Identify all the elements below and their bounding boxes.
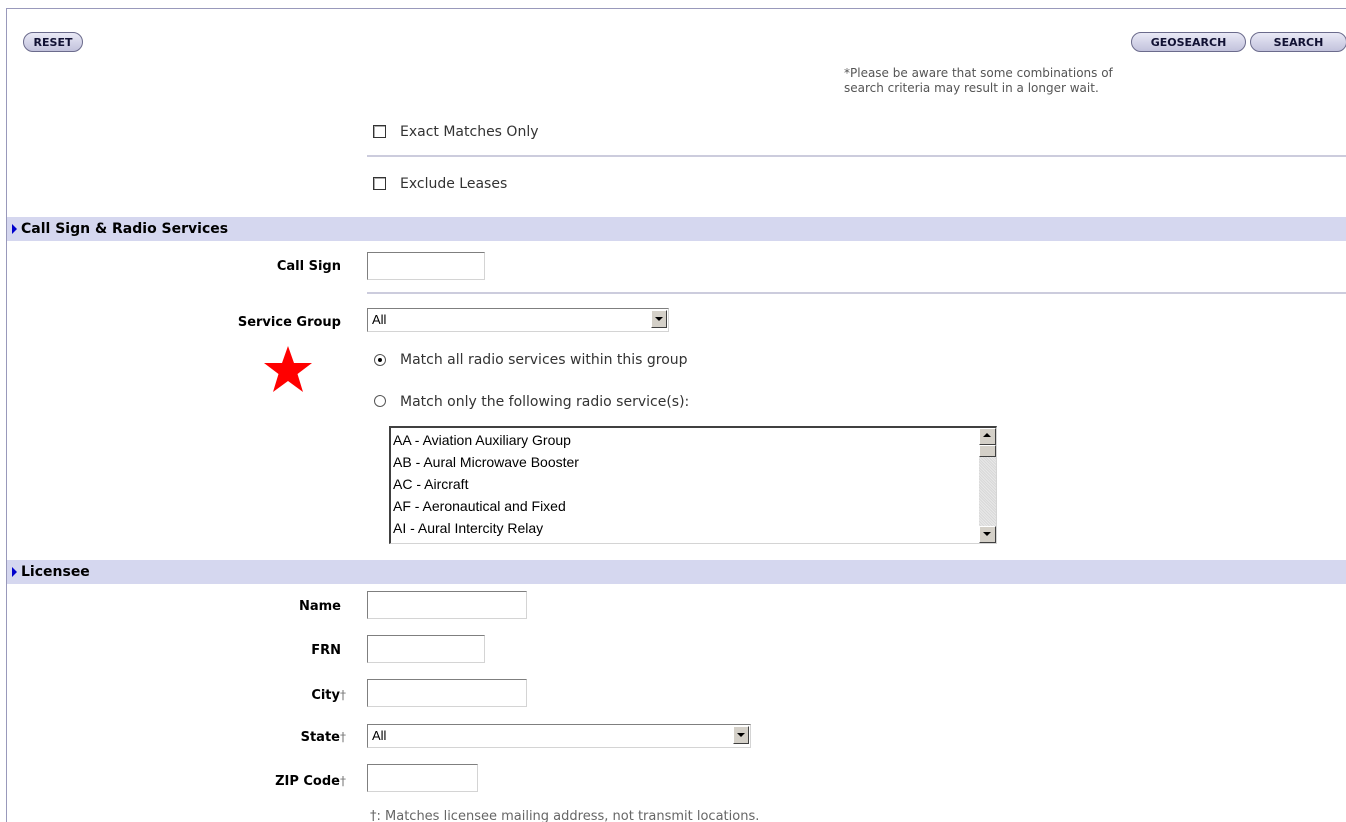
state-dropdown-button[interactable] xyxy=(733,726,749,744)
frn-label: FRN xyxy=(311,643,341,658)
match-all-radio-label[interactable]: Match all radio services within this gro… xyxy=(400,351,688,369)
radio-selected-dot xyxy=(378,358,382,362)
call-sign-section-header[interactable]: Call Sign & Radio Services xyxy=(7,217,1346,241)
chevron-up-icon xyxy=(983,433,991,437)
exact-matches-label[interactable]: Exact Matches Only xyxy=(400,123,539,141)
call-sign-input[interactable] xyxy=(367,252,485,280)
name-label: Name xyxy=(298,599,341,614)
state-label: State xyxy=(300,730,340,745)
licensee-section-title: Licensee xyxy=(21,564,90,580)
search-button[interactable]: SEARCH xyxy=(1250,32,1346,52)
radio-services-listbox[interactable]: AA - Aviation Auxiliary Group AB - Aural… xyxy=(389,426,997,544)
list-item[interactable]: AI - Aural Intercity Relay xyxy=(393,517,543,539)
exclude-leases-checkbox[interactable] xyxy=(373,177,386,190)
city-label: City xyxy=(311,688,340,703)
star-icon xyxy=(264,346,312,392)
reset-button[interactable]: RESET xyxy=(23,32,83,52)
service-group-value: All xyxy=(372,312,387,327)
wait-note: *Please be aware that some combinations … xyxy=(844,66,1113,96)
divider xyxy=(367,292,1346,294)
state-label-wrap: State† xyxy=(301,729,346,746)
geosearch-button[interactable]: GEOSEARCH xyxy=(1131,32,1246,52)
dagger-mark: † xyxy=(340,688,346,702)
city-label-wrap: City† xyxy=(311,687,346,704)
zip-label-wrap: ZIP Code† xyxy=(275,773,346,790)
exact-matches-checkbox[interactable] xyxy=(373,125,386,138)
match-only-radio-label[interactable]: Match only the following radio service(s… xyxy=(400,393,689,411)
state-value: All xyxy=(372,728,387,743)
call-sign-label: Call Sign xyxy=(276,259,341,274)
city-input[interactable] xyxy=(367,679,527,707)
caret-right-icon xyxy=(12,224,17,234)
caret-right-icon xyxy=(12,567,17,577)
dagger-mark: † xyxy=(340,730,346,744)
chevron-down-icon xyxy=(737,733,745,737)
chevron-down-icon xyxy=(983,532,991,536)
divider xyxy=(367,155,1346,157)
chevron-down-icon xyxy=(655,317,663,321)
list-item[interactable]: AA - Aviation Auxiliary Group xyxy=(393,429,571,451)
frn-input[interactable] xyxy=(367,635,485,663)
zip-code-input[interactable] xyxy=(367,764,478,792)
service-group-dropdown-button[interactable] xyxy=(651,310,667,328)
service-group-select[interactable]: All xyxy=(367,308,669,332)
scroll-down-button[interactable] xyxy=(979,526,996,543)
address-footnote: †: Matches licensee mailing address, not… xyxy=(370,809,760,822)
state-select[interactable]: All xyxy=(367,724,751,748)
dagger-mark: † xyxy=(340,774,346,788)
match-all-radio[interactable] xyxy=(374,354,386,366)
licensee-section-header[interactable]: Licensee xyxy=(7,560,1346,584)
scroll-up-button[interactable] xyxy=(979,428,996,445)
list-item[interactable]: AF - Aeronautical and Fixed xyxy=(393,495,566,517)
list-item[interactable]: AB - Aural Microwave Booster xyxy=(393,451,579,473)
search-form-frame: RESET GEOSEARCH SEARCH *Please be aware … xyxy=(6,8,1346,822)
wait-note-line-1: *Please be aware that some combinations … xyxy=(844,66,1113,80)
name-input[interactable] xyxy=(367,591,527,619)
list-item[interactable]: AC - Aircraft xyxy=(393,473,468,495)
exclude-leases-label[interactable]: Exclude Leases xyxy=(400,175,507,193)
zip-code-label: ZIP Code xyxy=(275,774,340,789)
scroll-thumb[interactable] xyxy=(979,445,996,457)
call-sign-section-title: Call Sign & Radio Services xyxy=(21,221,229,237)
listbox-scrollbar[interactable] xyxy=(979,428,996,543)
wait-note-line-2: search criteria may result in a longer w… xyxy=(844,81,1099,95)
service-group-label: Service Group xyxy=(237,315,341,330)
match-only-radio[interactable] xyxy=(374,395,386,407)
